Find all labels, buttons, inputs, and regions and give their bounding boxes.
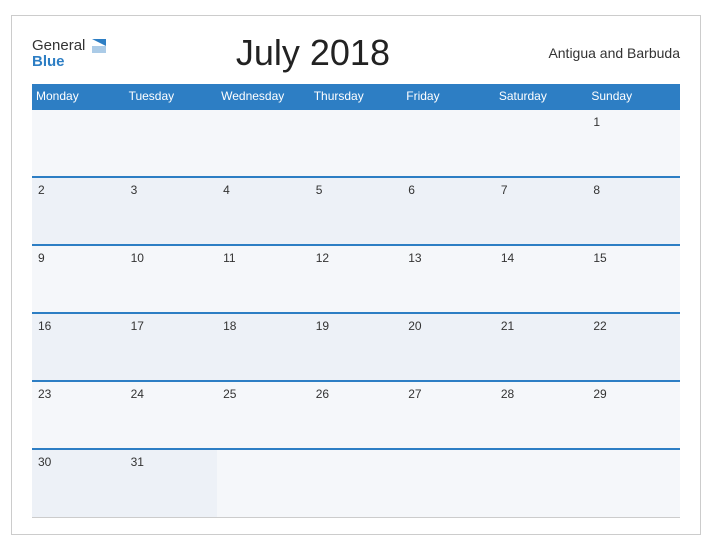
calendar-cell — [32, 109, 125, 177]
calendar-cell: 14 — [495, 245, 588, 313]
calendar-title: July 2018 — [106, 32, 520, 74]
day-number: 25 — [223, 387, 236, 401]
calendar-cell: 4 — [217, 177, 310, 245]
calendar-cell: 8 — [587, 177, 680, 245]
calendar-cell: 17 — [125, 313, 218, 381]
day-number: 12 — [316, 251, 329, 265]
day-number: 22 — [593, 319, 606, 333]
week-row-4: 16 17 18 19 20 21 22 — [32, 313, 680, 381]
logo-flag-icon — [92, 39, 106, 53]
calendar-cell — [402, 449, 495, 517]
header-sunday: Sunday — [587, 84, 680, 109]
header-thursday: Thursday — [310, 84, 403, 109]
calendar-cell: 28 — [495, 381, 588, 449]
calendar-cell: 26 — [310, 381, 403, 449]
calendar-cell — [587, 449, 680, 517]
weekday-header-row: Monday Tuesday Wednesday Thursday Friday… — [32, 84, 680, 109]
calendar-cell — [125, 109, 218, 177]
day-number: 4 — [223, 183, 230, 197]
calendar-cell: 21 — [495, 313, 588, 381]
calendar-cell: 1 — [587, 109, 680, 177]
day-number: 31 — [131, 455, 144, 469]
calendar-cell: 9 — [32, 245, 125, 313]
day-number: 7 — [501, 183, 508, 197]
day-number: 1 — [593, 115, 600, 129]
calendar-cell: 3 — [125, 177, 218, 245]
calendar-cell: 10 — [125, 245, 218, 313]
day-number: 21 — [501, 319, 514, 333]
calendar-cell: 6 — [402, 177, 495, 245]
logo-blue: Blue — [32, 54, 106, 69]
calendar-cell: 19 — [310, 313, 403, 381]
calendar-cell: 12 — [310, 245, 403, 313]
day-number: 28 — [501, 387, 514, 401]
logo-general: General — [32, 37, 85, 54]
week-row-1: 1 — [32, 109, 680, 177]
day-number: 2 — [38, 183, 45, 197]
calendar-cell — [310, 109, 403, 177]
day-number: 3 — [131, 183, 138, 197]
calendar-cell — [495, 449, 588, 517]
week-row-5: 23 24 25 26 27 28 29 — [32, 381, 680, 449]
day-number: 19 — [316, 319, 329, 333]
day-number: 10 — [131, 251, 144, 265]
week-row-2: 2 3 4 5 6 7 8 — [32, 177, 680, 245]
header-tuesday: Tuesday — [125, 84, 218, 109]
calendar-cell: 24 — [125, 381, 218, 449]
header-friday: Friday — [402, 84, 495, 109]
day-number: 30 — [38, 455, 51, 469]
day-number: 27 — [408, 387, 421, 401]
day-number: 9 — [38, 251, 45, 265]
day-number: 26 — [316, 387, 329, 401]
week-row-3: 9 10 11 12 13 14 15 — [32, 245, 680, 313]
calendar-cell: 7 — [495, 177, 588, 245]
calendar-cell — [310, 449, 403, 517]
calendar-cell: 15 — [587, 245, 680, 313]
calendar-cell: 23 — [32, 381, 125, 449]
day-number: 20 — [408, 319, 421, 333]
week-row-6: 30 31 — [32, 449, 680, 517]
day-number: 15 — [593, 251, 606, 265]
calendar-container: General Blue July 2018 Antigua and Barbu… — [11, 15, 701, 535]
calendar-cell: 5 — [310, 177, 403, 245]
logo: General Blue — [32, 38, 106, 69]
calendar-table: Monday Tuesday Wednesday Thursday Friday… — [32, 84, 680, 518]
calendar-country: Antigua and Barbuda — [520, 45, 680, 61]
calendar-cell: 31 — [125, 449, 218, 517]
calendar-header: General Blue July 2018 Antigua and Barbu… — [32, 32, 680, 74]
day-number: 17 — [131, 319, 144, 333]
day-number: 16 — [38, 319, 51, 333]
header-saturday: Saturday — [495, 84, 588, 109]
day-number: 8 — [593, 183, 600, 197]
header-wednesday: Wednesday — [217, 84, 310, 109]
day-number: 29 — [593, 387, 606, 401]
header-monday: Monday — [32, 84, 125, 109]
calendar-cell: 11 — [217, 245, 310, 313]
calendar-cell: 22 — [587, 313, 680, 381]
calendar-cell: 2 — [32, 177, 125, 245]
day-number: 24 — [131, 387, 144, 401]
day-number: 23 — [38, 387, 51, 401]
calendar-cell — [217, 109, 310, 177]
day-number: 5 — [316, 183, 323, 197]
day-number: 18 — [223, 319, 236, 333]
calendar-cell — [217, 449, 310, 517]
calendar-cell: 13 — [402, 245, 495, 313]
calendar-cell — [402, 109, 495, 177]
calendar-cell — [495, 109, 588, 177]
calendar-cell: 25 — [217, 381, 310, 449]
day-number: 13 — [408, 251, 421, 265]
calendar-cell: 30 — [32, 449, 125, 517]
calendar-cell: 16 — [32, 313, 125, 381]
day-number: 14 — [501, 251, 514, 265]
calendar-cell: 29 — [587, 381, 680, 449]
calendar-cell: 20 — [402, 313, 495, 381]
day-number: 6 — [408, 183, 415, 197]
calendar-cell: 27 — [402, 381, 495, 449]
logo-text: General — [32, 38, 106, 54]
calendar-cell: 18 — [217, 313, 310, 381]
day-number: 11 — [223, 251, 235, 265]
